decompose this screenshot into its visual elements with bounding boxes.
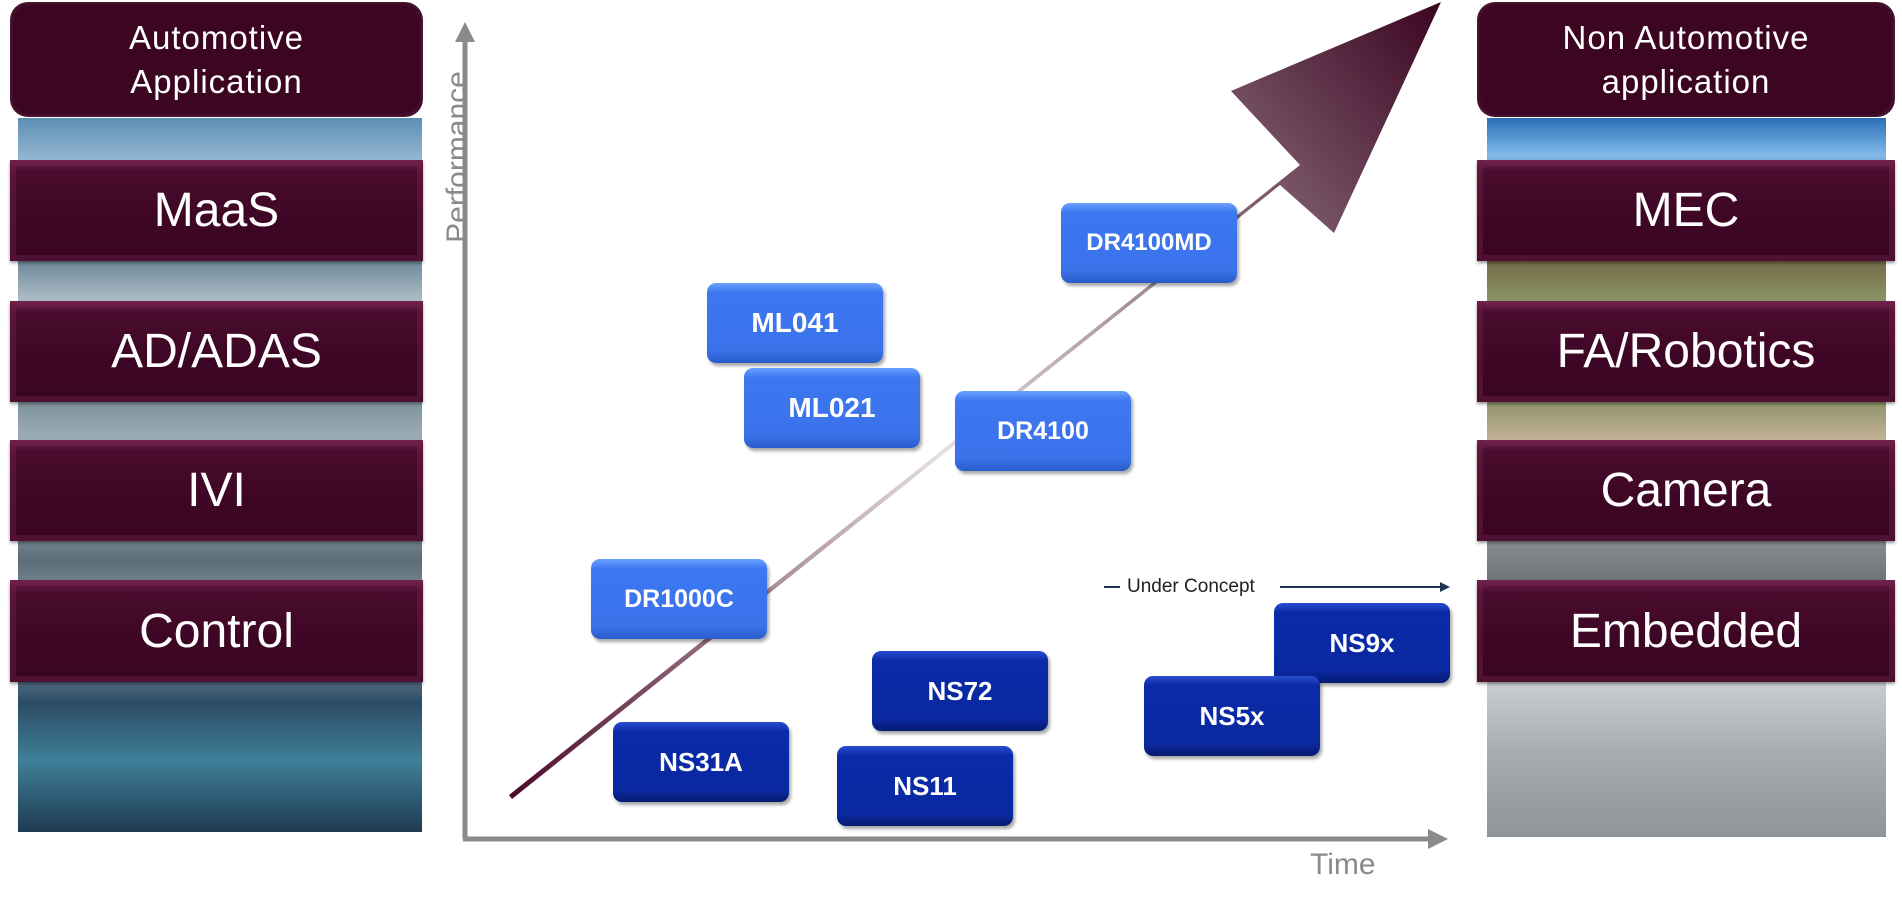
chip-dr4100md: DR4100MD [1061,203,1237,283]
chip-ml041: ML041 [707,283,883,363]
chip-dr4100: DR4100 [955,391,1131,471]
chip-ns31a: NS31A [613,722,789,802]
x-axis-label: Time [1310,848,1376,881]
chip-ml021: ML021 [744,368,920,448]
y-axis-label: Performance [441,71,474,243]
under-concept-label: Under Concept [1127,576,1255,597]
chip-ns9x: NS9x [1274,603,1450,683]
y-axis-arrowhead [455,22,475,42]
chip-ns11: NS11 [837,746,1013,826]
x-axis-arrowhead [1428,829,1448,849]
chip-dr1000c: DR1000C [591,559,767,639]
chip-ns72: NS72 [872,651,1048,731]
chip-ns5x: NS5x [1144,676,1320,756]
